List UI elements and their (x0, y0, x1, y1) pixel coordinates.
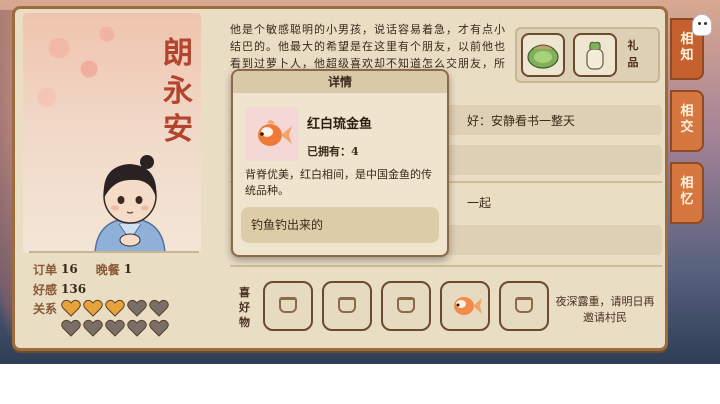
heart-empty-icon (127, 319, 147, 337)
tab-meet-label: 相交 (680, 104, 694, 135)
item-source: 钓鱼钓出来的 (241, 207, 439, 243)
ghost-icon (692, 14, 712, 36)
name-char: 永 (163, 74, 193, 109)
preference-slot[interactable] (263, 281, 313, 331)
preference-slot[interactable] (381, 281, 431, 331)
heart-filled-icon (61, 299, 81, 317)
preference-slot[interactable] (499, 281, 549, 331)
relation-label: 关系 (33, 302, 58, 316)
item-detail-popup: 详情 红白琉金鱼 已拥有：4 背脊优美，红白相间，是中国金鱼的传统品种。 钓鱼钓… (231, 69, 449, 257)
orders-value: 16 (61, 262, 78, 276)
orders-label: 订单 (33, 262, 58, 277)
bottom-margin (0, 364, 720, 404)
item-name: 红白琉金鱼 (307, 117, 373, 132)
tab-know-label: 相知 (680, 32, 694, 63)
gift-cabbage-icon (527, 44, 559, 69)
name-char: 朗 (163, 36, 193, 71)
divider (29, 251, 199, 253)
tab-memory[interactable]: 相忆 (670, 162, 704, 224)
bag-icon (338, 297, 356, 313)
heart-empty-icon (149, 319, 169, 337)
relation-hearts (61, 299, 171, 337)
dinner-value: 1 (123, 262, 133, 276)
item-icon-frame (245, 107, 299, 161)
dinner-label: 晚餐 (95, 262, 120, 277)
divider (230, 265, 662, 267)
stat-row-orders: 订单 16 晚餐 1 (33, 259, 208, 279)
favor-value: 136 (61, 282, 87, 296)
heart-filled-icon (83, 299, 103, 317)
relation-row: 关系 (33, 299, 208, 337)
character-portrait-panel: 朗 永 安 (23, 13, 201, 253)
character-avatar (94, 155, 166, 253)
heart-empty-icon (127, 299, 147, 317)
heart-empty-icon (61, 319, 81, 337)
tab-meet[interactable]: 相交 (670, 90, 704, 152)
stat-row-favor: 好感 136 (33, 279, 208, 299)
tab-memory-label: 相忆 (680, 176, 694, 207)
favor-label: 好感 (33, 282, 58, 297)
item-description: 背脊优美，红白相间，是中国金鱼的传统品种。 (245, 168, 432, 197)
stats-panel: 订单 16 晚餐 1 好感 136 关系 (33, 259, 208, 337)
gifts-label: 礼品 (627, 39, 639, 69)
character-name: 朗 永 安 (163, 35, 193, 149)
heart-filled-icon (105, 299, 125, 317)
name-char: 安 (163, 112, 193, 147)
goldfish-icon (454, 297, 482, 315)
bag-icon (515, 297, 533, 313)
preferences-label: 喜好物 (239, 286, 250, 329)
together-text: 一起 (467, 195, 492, 210)
gift-radish-icon (586, 41, 604, 70)
owned-count: 4 (351, 145, 359, 158)
goldfish-icon (258, 120, 292, 146)
item-owned: 已拥有：4 (307, 143, 359, 159)
heart-empty-icon (149, 299, 169, 317)
blossom-branch (23, 13, 143, 153)
owned-label: 已拥有： (307, 145, 351, 158)
gift-box: 礼品 (515, 27, 660, 83)
invite-notice: 夜深露重，请明日再邀请村民 (555, 295, 655, 324)
preference-slot[interactable] (322, 281, 372, 331)
gift-slot[interactable] (521, 33, 565, 77)
bag-icon (397, 297, 415, 313)
heart-empty-icon (83, 319, 103, 337)
heart-empty-icon (105, 319, 125, 337)
hobby-text: 好：安静看书一整天 (467, 113, 576, 128)
bag-icon (279, 297, 297, 313)
popup-title: 详情 (233, 71, 447, 93)
gift-slot[interactable] (573, 33, 617, 77)
preference-slot-goldfish[interactable] (440, 281, 490, 331)
